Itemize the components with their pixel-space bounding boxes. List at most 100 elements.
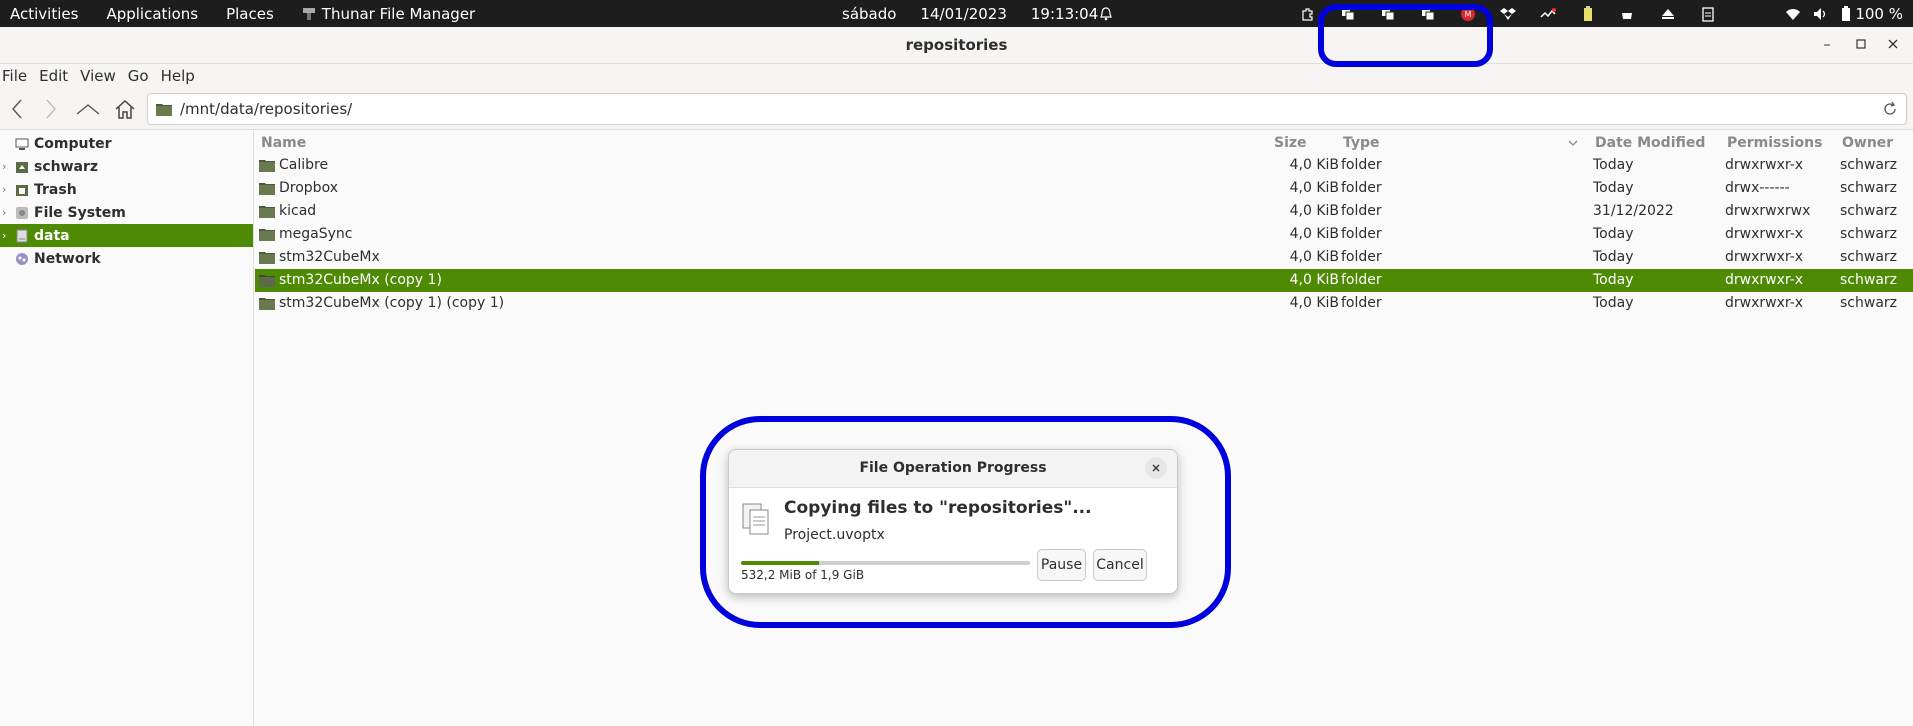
sidebar-item-label: Computer [34, 135, 112, 152]
cell-permissions: drwxrwxr-x [1725, 249, 1804, 265]
cup-icon[interactable] [1620, 6, 1636, 22]
cell-permissions: drwxrwxr-x [1725, 272, 1804, 288]
home-button[interactable] [110, 96, 140, 122]
cell-owner: schwarz [1840, 157, 1897, 173]
window-titlebar[interactable]: repositories – [0, 27, 1913, 64]
cell-size: 4,0 KiB [1289, 157, 1339, 173]
expander-icon[interactable]: › [2, 206, 14, 219]
menu-file[interactable]: File [2, 67, 37, 85]
cell-owner: schwarz [1840, 226, 1897, 242]
expander-icon[interactable]: › [2, 229, 14, 242]
folder-icon [259, 181, 275, 199]
dialog-close-button[interactable] [1145, 457, 1167, 479]
cell-permissions: drwxrwxrwx [1725, 203, 1811, 219]
cell-date: Today [1593, 295, 1634, 311]
pause-button[interactable]: Pause [1037, 549, 1086, 581]
table-row[interactable]: stm32CubeMx 4,0 KiB folder Today drwxrwxr-x s… [255, 246, 1913, 269]
menu-edit[interactable]: Edit [39, 67, 78, 85]
expander-icon[interactable]: › [2, 160, 14, 173]
column-date[interactable]: Date Modified [1595, 135, 1705, 151]
column-permissions[interactable]: Permissions [1727, 135, 1822, 151]
dialog-heading: Copying files to "repositories"... [784, 498, 1092, 518]
sidebar-item-trash[interactable]: › Trash [0, 178, 253, 201]
battery-percent: 100 % [1855, 4, 1903, 23]
wifi-icon [1786, 8, 1801, 20]
alarm-icon [1100, 6, 1113, 20]
extension-icon[interactable] [1300, 6, 1316, 22]
cell-permissions: drwxrwxr-x [1725, 157, 1804, 173]
menu-help[interactable]: Help [161, 67, 205, 85]
network-icon [14, 251, 30, 267]
battery-icon [1842, 5, 1851, 21]
cell-owner: schwarz [1840, 203, 1897, 219]
cell-owner: schwarz [1840, 180, 1897, 196]
sort-chevron-icon [1568, 140, 1578, 146]
cell-type: folder [1341, 249, 1382, 265]
cell-permissions: drwx------ [1725, 180, 1790, 196]
close-icon [1152, 464, 1160, 472]
activities-button[interactable]: Activities [10, 5, 78, 23]
table-row[interactable]: Dropbox 4,0 KiB folder Today drwx------ schwa… [255, 177, 1913, 200]
dialog-header[interactable]: File Operation Progress [729, 450, 1177, 488]
location-bar[interactable]: /mnt/data/repositories/ [147, 93, 1907, 125]
clipboard-icon[interactable] [1700, 6, 1716, 22]
dropbox-icon[interactable] [1500, 6, 1516, 22]
cell-date: Today [1593, 226, 1634, 242]
maximize-button[interactable] [1851, 35, 1871, 55]
folder-icon [156, 104, 172, 116]
clock[interactable]: sábado 14/01/2023 19:13:04 [842, 0, 1113, 27]
sidebar-item-data[interactable]: › data [0, 224, 253, 247]
table-row[interactable]: stm32CubeMx (copy 1) 4,0 KiB folder Today dr… [255, 269, 1913, 292]
forward-button[interactable] [36, 96, 66, 122]
reload-icon[interactable] [1882, 101, 1898, 117]
sidebar-item-label: data [34, 227, 70, 244]
cell-name: stm32CubeMx (copy 1) (copy 1) [279, 295, 505, 311]
table-row[interactable]: megaSync 4,0 KiB folder Today drwxrwxr-x schw… [255, 223, 1913, 246]
folder-icon [259, 204, 275, 222]
activity-icon[interactable] [1540, 6, 1556, 22]
cell-owner: schwarz [1840, 272, 1897, 288]
cell-name: stm32CubeMx (copy 1) [279, 272, 442, 288]
cell-date: Today [1593, 249, 1634, 265]
battery-tray-icon[interactable] [1580, 5, 1596, 22]
applications-menu[interactable]: Applications [106, 5, 198, 23]
status-area[interactable]: 100 % [1785, 0, 1903, 27]
eject-icon[interactable] [1660, 6, 1676, 22]
column-name[interactable]: Name [261, 135, 306, 151]
sidebar-item-label: File System [34, 204, 126, 221]
volume-icon [1814, 7, 1826, 20]
sidebar-item-schwarz[interactable]: › schwarz [0, 155, 253, 178]
table-row[interactable]: stm32CubeMx (copy 1) (copy 1) 4,0 KiB fold… [255, 292, 1913, 315]
cancel-button[interactable]: Cancel [1093, 549, 1147, 581]
back-button[interactable] [2, 96, 32, 122]
sidebar-item-label: Network [34, 250, 101, 267]
sidebar-item-filesystem[interactable]: › File System [0, 201, 253, 224]
cell-owner: schwarz [1840, 249, 1897, 265]
sidebar-item-network[interactable]: Network [0, 247, 253, 270]
folder-icon [259, 227, 275, 245]
sidebar-item-computer[interactable]: Computer [0, 132, 253, 155]
up-button[interactable] [73, 96, 103, 122]
cell-date: Today [1593, 157, 1634, 173]
close-button[interactable] [1883, 35, 1903, 55]
column-size[interactable]: Size [1274, 135, 1307, 151]
cell-type: folder [1341, 180, 1382, 196]
places-menu[interactable]: Places [226, 5, 274, 23]
expander-icon[interactable]: › [2, 183, 14, 196]
menu-view[interactable]: View [80, 67, 126, 85]
toolbar: /mnt/data/repositories/ [0, 88, 1913, 130]
minimize-button[interactable]: – [1817, 35, 1837, 55]
clock-date: 14/01/2023 [920, 4, 1007, 23]
app-menu[interactable]: Thunar File Manager [302, 5, 503, 23]
current-file: Project.uvoptx [784, 527, 885, 543]
column-owner[interactable]: Owner [1842, 135, 1893, 151]
menu-go[interactable]: Go [128, 67, 159, 85]
top-bar: Activities Applications Places Thunar Fi… [0, 0, 1913, 27]
computer-icon [14, 136, 30, 152]
table-row[interactable]: kicad 4,0 KiB folder 31/12/2022 drwxrwxrwx sc… [255, 200, 1913, 223]
table-row[interactable]: Calibre 4,0 KiB folder Today drwxrwxr-x schwa… [255, 154, 1913, 177]
back-icon [12, 99, 22, 119]
column-type[interactable]: Type [1343, 135, 1380, 151]
cell-date: Today [1593, 180, 1634, 196]
file-operation-dialog: File Operation Progress Copying files to… [728, 449, 1178, 594]
